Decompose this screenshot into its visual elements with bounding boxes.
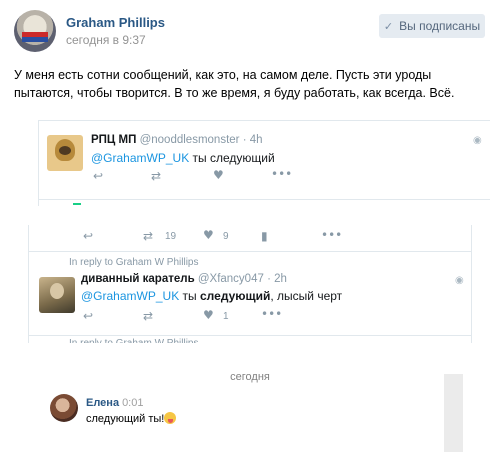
chat-scrollbar[interactable] (444, 374, 463, 452)
reply-icon: ↩ (83, 309, 94, 323)
chat-time: 0:01 (122, 397, 144, 409)
chat-sender: Елена 0:01 (86, 397, 143, 409)
tweet-time: · 2h (267, 273, 287, 285)
more-icon: ••• (261, 307, 283, 321)
globe-icon: ◉ (455, 275, 464, 286)
chat-date-separator: сегодня (230, 371, 270, 383)
reply-icon: ↩ (93, 169, 104, 183)
like-icon: ♥ (203, 228, 214, 242)
tweet-author-line: РПЦ МП @nooddlesmonster · 4h (91, 134, 263, 146)
tweet-body: ты (179, 289, 200, 303)
tweet-time: · 4h (242, 134, 263, 146)
post-time[interactable]: сегодня в 9:37 (66, 33, 146, 47)
check-icon: ✓ (383, 20, 394, 33)
like-icon: ♥ (213, 168, 224, 182)
post-text: У меня есть сотни сообщений, как это, на… (14, 68, 455, 100)
tweet-body: ты следующий (189, 151, 275, 165)
tweet-screenshot-1[interactable]: РПЦ МП @nooddlesmonster · 4h ◉ @GrahamWP… (38, 120, 490, 206)
author-avatar[interactable] (14, 10, 56, 52)
emoji-icon (164, 412, 177, 424)
retweet-icon: ⇄ (143, 309, 154, 323)
retweet-count: 19 (165, 231, 177, 242)
tweet-marker (73, 203, 81, 205)
reply-icon: ↩ (83, 229, 94, 243)
tweet-body-end: , лысый черт (270, 289, 343, 303)
tweet-divider (29, 335, 471, 336)
reply-note: In reply to Graham W Phillips (69, 257, 199, 268)
tweet-mention: @GrahamWP_UK (91, 151, 190, 165)
post-author[interactable]: Graham Phillips (66, 15, 165, 30)
tweet-author-line: диванный каратель @Xfancy047 · 2h (81, 273, 287, 285)
tweet-avatar (47, 135, 83, 171)
subscribed-label: Вы подписаны (399, 19, 481, 33)
tweet-author-name: диванный каратель (81, 273, 195, 285)
subscribed-button[interactable]: ✓ Вы подписаны (379, 14, 485, 38)
like-count: 9 (223, 231, 229, 242)
chat-message: следующий ты! (86, 412, 177, 425)
tweet-author-handle: @Xfancy047 (197, 273, 264, 285)
analytics-icon: ▮ (261, 229, 268, 243)
tweet-body-bold: следующий (200, 289, 271, 303)
tweet-avatar (39, 277, 75, 313)
retweet-icon: ⇄ (143, 229, 154, 243)
retweet-icon: ⇄ (151, 169, 162, 183)
tweet-divider (29, 251, 471, 252)
globe-icon: ◉ (473, 135, 482, 146)
tweet-text: @GrahamWP_UK ты следующий (91, 151, 275, 165)
like-count: 1 (223, 311, 229, 322)
tweet-author-handle: @nooddlesmonster (139, 134, 240, 146)
like-icon: ♥ (203, 308, 214, 322)
more-icon: ••• (271, 167, 293, 181)
tweet-author-name: РПЦ МП (91, 134, 137, 146)
chat-avatar[interactable] (50, 394, 78, 422)
chat-message-text: следующий ты! (86, 413, 165, 425)
tweet-divider (39, 199, 490, 200)
more-icon: ••• (321, 228, 343, 242)
avatar-flag-stripe (22, 37, 48, 42)
reply-note-cut: In reply to Graham W Phillips (69, 338, 199, 343)
tweet-text: @GrahamWP_UK ты следующий, лысый черт (81, 289, 342, 303)
tweet-screenshot-2[interactable]: ↩ ⇄ 19 ♥ 9 ▮ ••• In reply to Graham W Ph… (28, 225, 472, 343)
chat-sender-name[interactable]: Елена (86, 397, 119, 409)
tweet-mention: @GrahamWP_UK (81, 289, 180, 303)
